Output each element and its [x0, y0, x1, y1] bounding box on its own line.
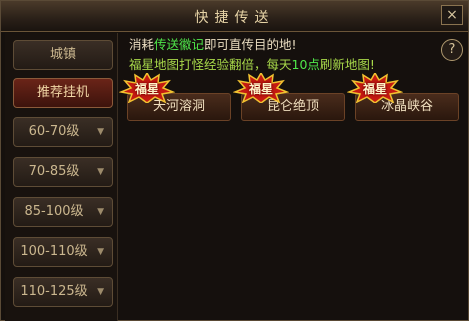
level-dropdown-110-125[interactable]: 110-125级 ▼ — [13, 277, 113, 307]
chevron-down-icon: ▼ — [97, 247, 104, 257]
dropdown-label: 110-125级 — [20, 284, 88, 299]
sidebar-item-label: 城镇 — [49, 47, 76, 62]
teleport-window: 快捷传送 × 城镇 推荐挂机 60-70级 ▼ 70-85级 ▼ 85-100级… — [0, 0, 469, 321]
info-line-2: 福星地图打怪经验翻倍，每天10点刷新地图! — [129, 54, 375, 73]
help-button[interactable]: ? — [441, 39, 463, 61]
badge-label: 福星 — [362, 82, 387, 96]
window-title: 快捷传送 — [194, 10, 275, 26]
info-line-1: 消耗传送徽记即可直传目的地! — [129, 34, 297, 53]
info-text: 福星地图打怪经验翻倍，每天 — [129, 57, 292, 72]
sidebar: 城镇 推荐挂机 60-70级 ▼ 70-85级 ▼ 85-100级 ▼ 100-… — [5, 33, 118, 321]
lucky-star-badge: 福星 — [232, 71, 290, 104]
time-highlight: 10点 — [291, 57, 320, 72]
level-dropdown-70-85[interactable]: 70-85级 ▼ — [13, 157, 113, 187]
sidebar-item-recommended[interactable]: 推荐挂机 — [13, 78, 113, 108]
title-bar: 快捷传送 × — [1, 1, 468, 32]
chevron-down-icon: ▼ — [97, 167, 104, 177]
sidebar-item-town[interactable]: 城镇 — [13, 40, 113, 70]
info-text: 刷新地图! — [319, 57, 375, 72]
level-dropdown-60-70[interactable]: 60-70级 ▼ — [13, 117, 113, 147]
level-dropdown-85-100[interactable]: 85-100级 ▼ — [13, 197, 113, 227]
dropdown-label: 70-85级 — [28, 164, 80, 179]
badge-label: 福星 — [248, 82, 273, 96]
chevron-down-icon: ▼ — [97, 287, 104, 297]
lucky-star-badge: 福星 — [118, 71, 176, 104]
chevron-down-icon: ▼ — [97, 127, 104, 137]
dropdown-label: 100-110级 — [20, 244, 88, 259]
item-highlight: 传送徽记 — [154, 37, 205, 52]
question-icon: ? — [448, 42, 456, 57]
chevron-down-icon: ▼ — [97, 207, 104, 217]
info-text: 即可直传目的地! — [204, 37, 297, 52]
close-icon: × — [446, 7, 458, 23]
level-dropdown-100-110[interactable]: 100-110级 ▼ — [13, 237, 113, 267]
dropdown-label: 85-100级 — [24, 204, 84, 219]
lucky-star-badge: 福星 — [346, 71, 404, 104]
sidebar-item-label: 推荐挂机 — [36, 85, 89, 100]
badge-label: 福星 — [134, 82, 159, 96]
close-button[interactable]: × — [441, 5, 463, 25]
info-text: 消耗 — [129, 37, 155, 52]
dropdown-label: 60-70级 — [28, 124, 80, 139]
